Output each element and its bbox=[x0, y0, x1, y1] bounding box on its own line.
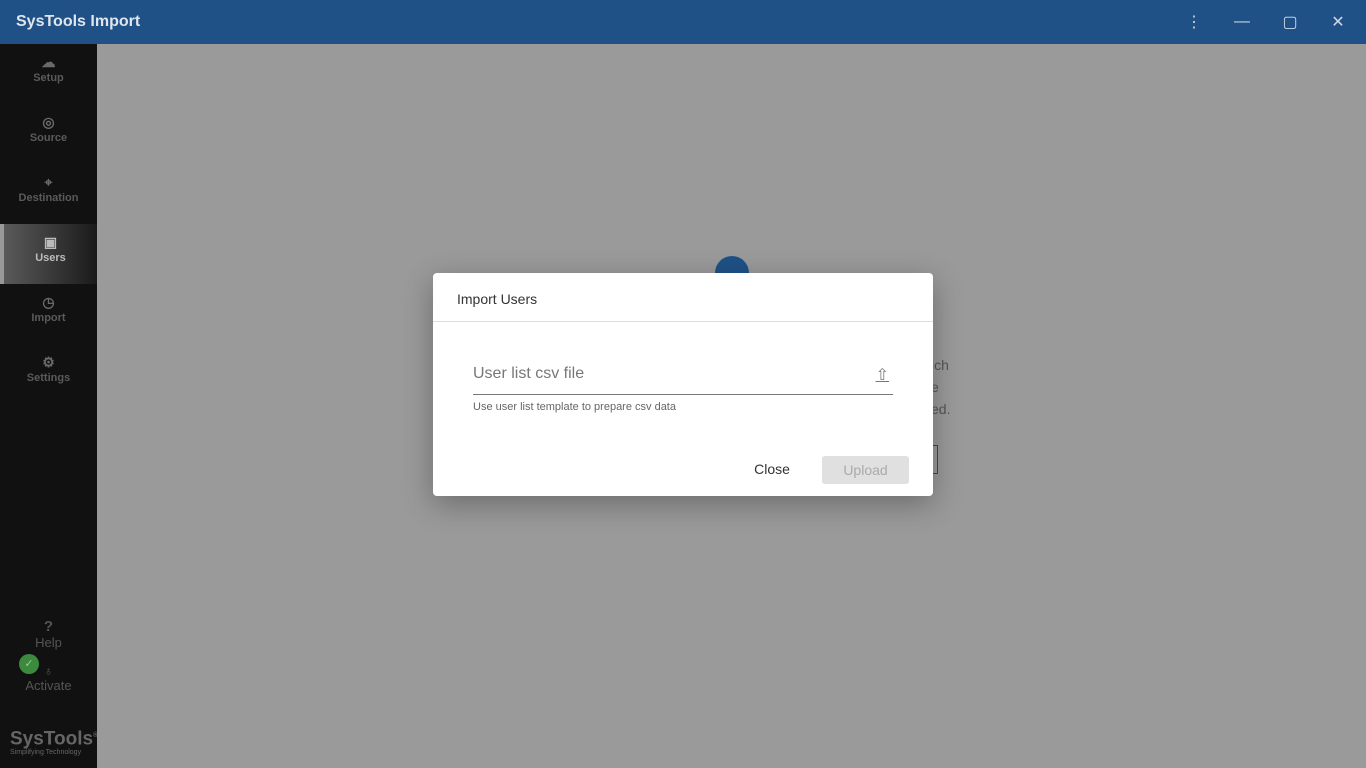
close-button[interactable]: Close bbox=[741, 456, 803, 482]
field-hint: Use user list template to prepare csv da… bbox=[473, 401, 676, 413]
gear-icon: ⚙ bbox=[42, 354, 55, 370]
sidebar-item-label: Settings bbox=[26, 372, 71, 384]
menu-icon[interactable]: ⋮ bbox=[1170, 0, 1218, 44]
activate-button[interactable]: ♁ Activate bbox=[0, 663, 97, 693]
background-text: ich bbox=[931, 357, 949, 373]
sidebar-item-label: Setup bbox=[33, 72, 64, 84]
systools-logo: SysTools® Simplifying Technology bbox=[10, 728, 99, 757]
target-icon: ⌖ bbox=[44, 174, 53, 190]
sidebar-item-label: Users bbox=[35, 252, 66, 264]
help-button[interactable]: ? Help bbox=[0, 618, 97, 650]
help-icon: ? bbox=[43, 618, 54, 635]
sidebar-item-source[interactable]: ◎ Source bbox=[0, 104, 97, 164]
sidebar-item-label: Source bbox=[29, 132, 68, 144]
activate-label: Activate bbox=[25, 678, 72, 693]
sidebar-item-settings[interactable]: ⚙ Settings bbox=[0, 344, 97, 404]
help-label: Help bbox=[35, 635, 62, 650]
close-icon[interactable]: ✕ bbox=[1314, 0, 1362, 44]
cloud-icon: ☁ bbox=[41, 54, 56, 70]
upload-button[interactable]: Upload bbox=[822, 456, 909, 484]
app-title: SysTools Import bbox=[16, 13, 141, 30]
sidebar-item-label: Import bbox=[31, 312, 66, 324]
minimize-icon[interactable]: — bbox=[1218, 0, 1266, 44]
source-icon: ◎ bbox=[42, 114, 55, 130]
dialog-title: Import Users bbox=[433, 273, 933, 322]
badge-icon: ♁ bbox=[43, 663, 54, 678]
clock-icon: ◷ bbox=[42, 294, 55, 310]
import-users-dialog: Import Users User list csv file ⇧ Use us… bbox=[433, 273, 933, 496]
sidebar-item-users[interactable]: ▣ Users bbox=[0, 224, 97, 284]
upload-icon[interactable]: ⇧ bbox=[876, 365, 889, 385]
title-bar: SysTools Import ⋮ — ▢ ✕ bbox=[0, 0, 1366, 44]
csv-file-input[interactable]: User list csv file ⇧ bbox=[473, 365, 893, 395]
sidebar: ☁ Setup ◎ Source ⌖ Destination ▣ Users ◷ Impo… bbox=[0, 44, 97, 768]
maximize-icon[interactable]: ▢ bbox=[1266, 0, 1314, 44]
user-card-icon: ▣ bbox=[43, 234, 58, 250]
sidebar-item-import[interactable]: ◷ Import bbox=[0, 284, 97, 344]
sidebar-item-destination[interactable]: ⌖ Destination bbox=[0, 164, 97, 224]
sidebar-item-label: Destination bbox=[18, 192, 79, 204]
sidebar-item-setup[interactable]: ☁ Setup bbox=[0, 44, 97, 104]
background-text: ed. bbox=[931, 401, 951, 417]
field-placeholder: User list csv file bbox=[473, 365, 585, 382]
